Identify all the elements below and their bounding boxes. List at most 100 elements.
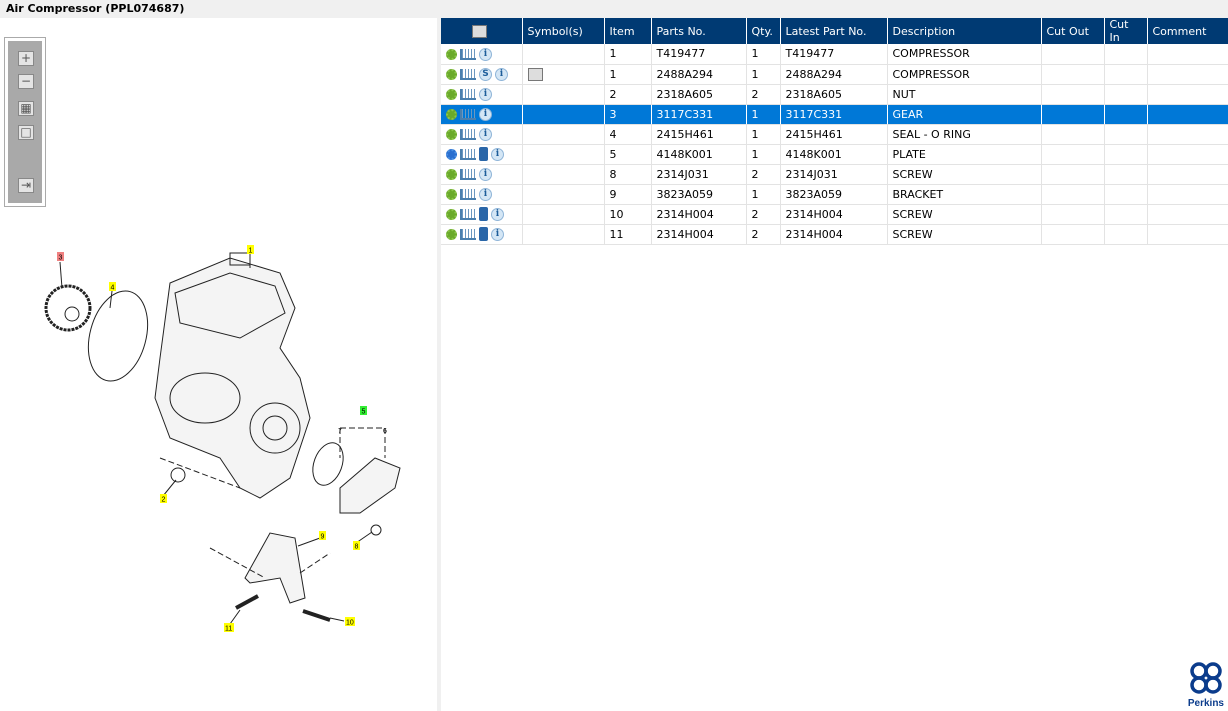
- description-cell: COMPRESSOR: [887, 64, 1042, 85]
- comment-cell: [1147, 184, 1228, 205]
- info-icon[interactable]: i: [491, 207, 504, 221]
- column-header-comment[interactable]: Comment: [1147, 18, 1228, 44]
- gear-icon[interactable]: [446, 68, 457, 80]
- symbol-cell: [522, 224, 605, 245]
- cut-in-cell: [1104, 84, 1148, 105]
- gear-icon[interactable]: [446, 208, 457, 220]
- cart-icon[interactable]: [460, 108, 476, 120]
- gear-icon[interactable]: [446, 228, 457, 240]
- column-header-description[interactable]: Description: [887, 18, 1042, 44]
- gear-icon[interactable]: [446, 188, 457, 200]
- callout-8: 8: [353, 541, 360, 551]
- latest-part-no-cell: 3823A059: [780, 184, 888, 205]
- column-header-actions[interactable]: [441, 18, 523, 44]
- qty-cell: 1: [746, 144, 781, 165]
- plate-part: [339, 457, 401, 514]
- exploded-parts-diagram: 3 1 4 5 7 6 2 8 9 11 10: [44, 245, 401, 633]
- search-parts-icon[interactable]: [472, 24, 488, 38]
- part-no-cell: 2318A605: [651, 84, 747, 105]
- cart-icon[interactable]: [460, 128, 476, 140]
- table-row[interactable]: Si 1 2488A294 1 2488A294 COMPRESSOR: [441, 64, 1228, 85]
- info-icon[interactable]: i: [491, 147, 504, 161]
- info-icon[interactable]: i: [491, 227, 504, 241]
- symbol-cell: [522, 44, 605, 65]
- svg-text:11: 11: [225, 626, 232, 633]
- info-icon[interactable]: i: [479, 47, 492, 61]
- cut-out-cell: [1041, 84, 1105, 105]
- cart-icon[interactable]: [460, 188, 476, 200]
- gear-icon[interactable]: [446, 48, 457, 60]
- gear-icon[interactable]: [446, 168, 457, 180]
- book-icon[interactable]: [479, 227, 488, 241]
- cut-in-cell: [1104, 144, 1148, 165]
- cart-icon[interactable]: [460, 208, 476, 220]
- cart-icon[interactable]: [460, 48, 476, 60]
- cart-icon[interactable]: [460, 148, 476, 160]
- gear-icon[interactable]: [446, 128, 457, 140]
- column-header-latest-part-no[interactable]: Latest Part No.: [780, 18, 888, 44]
- table-row[interactable]: i 8 2314J031 2 2314J031 SCREW: [441, 164, 1228, 185]
- info-icon[interactable]: i: [479, 187, 492, 201]
- description-cell: GEAR: [887, 104, 1042, 125]
- description-cell: BRACKET: [887, 184, 1042, 205]
- book-icon[interactable]: [479, 207, 488, 221]
- gear-icon[interactable]: [446, 88, 457, 100]
- diagram-pane[interactable]: + − ▦ □ ⇥ 3 1 4 5 7 6 2 8 9 11 10: [0, 18, 438, 711]
- column-header-cut-out[interactable]: Cut Out: [1041, 18, 1105, 44]
- cart-icon[interactable]: [460, 168, 476, 180]
- cart-icon[interactable]: [460, 228, 476, 240]
- cut-in-cell: [1104, 204, 1148, 225]
- cut-out-cell: [1041, 184, 1105, 205]
- book-icon[interactable]: [479, 147, 488, 161]
- info-icon[interactable]: i: [479, 127, 492, 141]
- table-row[interactable]: i 9 3823A059 1 3823A059 BRACKET: [441, 184, 1228, 205]
- table-row[interactable]: i 10 2314H004 2 2314H004 SCREW: [441, 204, 1228, 225]
- table-row[interactable]: i 5 4148K001 1 4148K001 PLATE: [441, 144, 1228, 165]
- cut-in-cell: [1104, 44, 1148, 65]
- perkins-logo-icon: [1190, 662, 1222, 694]
- info-icon[interactable]: i: [479, 107, 492, 121]
- o-ring-part: [87, 290, 149, 382]
- cart-icon[interactable]: [460, 68, 476, 80]
- table-row[interactable]: i 11 2314H004 2 2314H004 SCREW: [441, 224, 1228, 245]
- table-row[interactable]: i 4 2415H461 1 2415H461 SEAL - O RING: [441, 124, 1228, 145]
- cut-out-cell: [1041, 224, 1105, 245]
- screw-part: [302, 609, 331, 622]
- gears-icon[interactable]: [446, 148, 457, 160]
- description-cell: PLATE: [887, 144, 1042, 165]
- column-header-symbols[interactable]: Symbol(s): [522, 18, 605, 44]
- part-no-cell: 2415H461: [651, 124, 747, 145]
- seal-part: [312, 442, 344, 486]
- column-header-parts-no[interactable]: Parts No.: [651, 18, 747, 44]
- table-row[interactable]: i 3 3117C331 1 3117C331 GEAR: [441, 104, 1228, 125]
- info-icon[interactable]: i: [495, 67, 508, 81]
- cut-out-cell: [1041, 164, 1105, 185]
- column-header-item[interactable]: Item: [604, 18, 652, 44]
- table-row[interactable]: i 2 2318A605 2 2318A605 NUT: [441, 84, 1228, 105]
- bracket-part: [244, 532, 306, 604]
- column-header-qty[interactable]: Qty.: [746, 18, 781, 44]
- symbol-cell: [522, 64, 605, 85]
- table-row[interactable]: i 1 T419477 1 T419477 COMPRESSOR: [441, 44, 1228, 65]
- item-cell: 5: [604, 144, 652, 165]
- book-search-icon[interactable]: [527, 67, 543, 81]
- window-title: Air Compressor (PPL074687): [0, 0, 1228, 18]
- part-no-cell: 4148K001: [651, 144, 747, 165]
- column-header-cut-in[interactable]: Cut In: [1104, 18, 1148, 44]
- cart-icon[interactable]: [460, 88, 476, 100]
- row-actions: i: [441, 224, 523, 245]
- comment-cell: [1147, 104, 1228, 125]
- item-cell: 3: [604, 104, 652, 125]
- callout-5: 5: [360, 406, 367, 416]
- part-no-cell: 2314H004: [651, 224, 747, 245]
- symbol-cell: [522, 144, 605, 165]
- gear-icon[interactable]: [446, 108, 457, 120]
- s-badge-icon[interactable]: S: [479, 67, 492, 81]
- part-no-cell: 2314H004: [651, 204, 747, 225]
- symbol-cell: [522, 84, 605, 105]
- description-cell: SCREW: [887, 224, 1042, 245]
- info-icon[interactable]: i: [479, 167, 492, 181]
- callout-9: 9: [319, 531, 326, 541]
- parts-grid: Symbol(s) Item Parts No. Qty. Latest Par…: [441, 18, 1228, 245]
- info-icon[interactable]: i: [479, 87, 492, 101]
